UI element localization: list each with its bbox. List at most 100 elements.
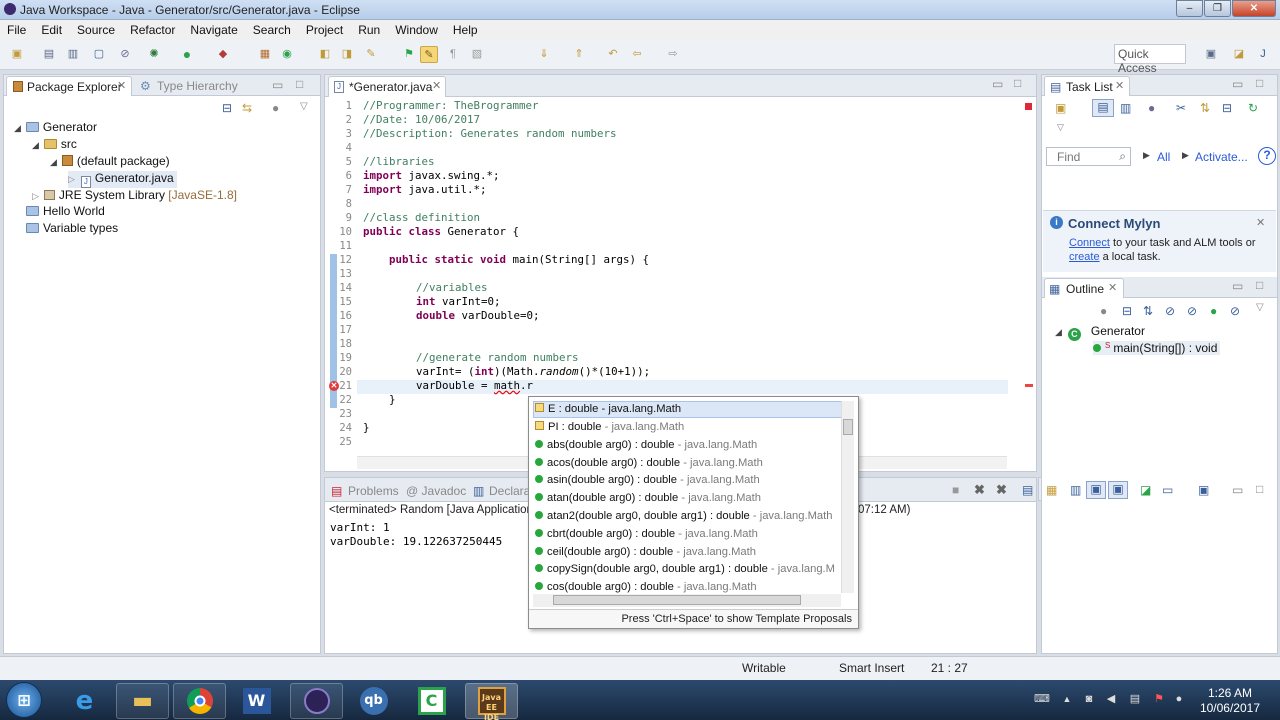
open-console-icon[interactable]: ▣ [1198, 483, 1209, 497]
sort-icon[interactable]: ⇅ [1143, 304, 1153, 318]
chrome-icon[interactable] [173, 683, 226, 719]
show-hidden-icons[interactable]: ▲ [1060, 692, 1074, 706]
menu-refactor[interactable]: Refactor [130, 23, 175, 37]
connect-link[interactable]: Connect [1069, 237, 1110, 249]
close-tab-icon[interactable]: ✕ [1115, 79, 1124, 92]
save-all-icon[interactable]: ▥ [64, 46, 82, 63]
menu-help[interactable]: Help [453, 23, 478, 37]
menu-navigate[interactable]: Navigate [190, 23, 237, 37]
focus-task-icon[interactable]: ● [272, 101, 279, 115]
save-icon[interactable]: ▤ [40, 46, 58, 63]
proposal-item[interactable]: acos(double arg0) : double - java.lang.M… [535, 457, 763, 469]
categorized-icon[interactable]: ▤ [1092, 99, 1114, 117]
proposal-item[interactable]: cos(double arg0) : double - java.lang.Ma… [535, 581, 757, 593]
word-icon[interactable]: W [230, 683, 283, 719]
taskbar-clock[interactable]: 1:26 AM 10/06/2017 [1200, 686, 1260, 716]
power-icon[interactable]: ● [1172, 692, 1186, 706]
proposal-hscrollbar[interactable] [533, 594, 841, 607]
tab-declaration[interactable]: Declara [489, 484, 530, 498]
forward-icon[interactable]: ⇨ [664, 46, 682, 63]
new-task-icon[interactable]: ▣ [1055, 101, 1066, 115]
java-perspective-icon[interactable]: J [1254, 46, 1272, 63]
java-ee-ide-icon[interactable]: Java EE IDE [465, 683, 518, 720]
proposal-item[interactable]: ceil(double arg0) : double - java.lang.M… [535, 546, 756, 558]
tree-item-variable-types[interactable]: Variable types [26, 221, 118, 235]
close-mylyn-icon[interactable]: ✕ [1256, 216, 1265, 229]
hide-nonpublic-icon[interactable]: ● [1210, 304, 1217, 318]
maximize-view-icon[interactable]: □ [1256, 278, 1263, 292]
tree-item-src[interactable]: ◢ src [32, 137, 77, 151]
camtasia-icon[interactable]: C [405, 683, 458, 719]
minimize-editor-icon[interactable]: ▭ [992, 77, 1003, 91]
show-stdout-icon[interactable]: ▣ [1086, 481, 1106, 499]
file-explorer-icon[interactable]: ▬ [116, 683, 169, 719]
internet-explorer-icon[interactable]: e [58, 683, 111, 719]
proposal-item[interactable]: PI : double - java.lang.Math [535, 421, 684, 433]
all-tasks-link[interactable]: All [1157, 150, 1170, 164]
toggle-mark-icon[interactable]: ⚑ [400, 46, 418, 63]
remove-all-icon[interactable]: ✖ [996, 482, 1007, 498]
view-menu-icon[interactable]: ▽ [1256, 302, 1264, 313]
hide-fields-icon[interactable]: ⊘ [1165, 304, 1175, 318]
proposal-item[interactable]: abs(double arg0) : double - java.lang.Ma… [535, 439, 757, 451]
proposal-item[interactable]: cbrt(double arg0) : double - java.lang.M… [535, 528, 758, 540]
maximize-editor-icon[interactable]: □ [1014, 76, 1021, 90]
error-overview-line[interactable] [1025, 384, 1033, 387]
volume-icon[interactable]: ◀ [1104, 692, 1118, 706]
tab-javadoc[interactable]: @ Javadoc [406, 484, 466, 498]
tree-item-generator-java[interactable]: ▷ J Generator.java [68, 171, 177, 188]
quick-access-input[interactable]: Quick Access [1114, 44, 1186, 75]
close-tab-icon[interactable]: ✕ [432, 79, 441, 92]
open-type-icon[interactable]: ◧ [316, 46, 334, 63]
new-icon[interactable]: ▣ [8, 46, 26, 63]
toggle-highlight-icon[interactable]: ✎ [420, 46, 438, 63]
show-whitespace-icon[interactable]: ¶ [444, 46, 462, 63]
tree-item-default-package[interactable]: ◢ (default package) [50, 154, 170, 168]
tab-problems[interactable]: Problems [348, 484, 399, 498]
focus-icon[interactable]: ● [1148, 101, 1155, 115]
tree-item-jre[interactable]: ▷ JRE System Library [JavaSE-1.8] [32, 188, 237, 202]
keyboard-tray-icon[interactable]: ⌨ [1034, 692, 1050, 706]
proposal-scrollbar[interactable] [841, 401, 854, 593]
activate-link[interactable]: Activate... [1195, 150, 1248, 164]
open-task-icon[interactable]: ◨ [338, 46, 356, 63]
word-wrap-icon[interactable]: ▥ [1070, 483, 1081, 497]
run-icon[interactable]: ● [178, 46, 196, 63]
tab-outline[interactable]: ▦ Outline ✕ [1044, 278, 1124, 298]
menu-project[interactable]: Project [306, 23, 343, 37]
synchronize-icon[interactable]: ⇅ [1200, 101, 1210, 115]
maximize-view-icon[interactable]: □ [296, 77, 303, 91]
tab-generator-java[interactable]: J *Generator.java ✕ [328, 76, 446, 97]
open-perspective-icon[interactable]: ▣ [1202, 46, 1220, 63]
close-tab-icon[interactable]: ✕ [117, 79, 126, 92]
help-icon[interactable]: ? [1258, 147, 1276, 165]
console-icon[interactable]: ▢ [90, 46, 108, 63]
scroll-lock-icon[interactable]: ▦ [1046, 483, 1057, 497]
error-overview-marker[interactable] [1025, 103, 1032, 110]
close-button[interactable]: ✕ [1232, 0, 1276, 17]
scroll-thumb[interactable] [843, 419, 853, 435]
show-stderr-icon[interactable]: ▣ [1108, 481, 1128, 499]
java-ee-perspective-icon[interactable]: ◪ [1230, 46, 1248, 63]
new-package-icon[interactable]: ▦ [256, 46, 274, 63]
tab-type-hierarchy[interactable]: Type Hierarchy [157, 79, 238, 93]
sync-icon[interactable]: ↻ [1248, 101, 1258, 115]
create-link[interactable]: create [1069, 251, 1100, 263]
network-icon[interactable]: ▤ [1128, 692, 1142, 706]
view-menu-icon[interactable]: ▽ [1057, 122, 1064, 133]
outline-item-method[interactable]: Smain(String[]) : void [1093, 341, 1221, 355]
minimize-button[interactable]: – [1176, 0, 1203, 17]
restore-button[interactable]: ❐ [1204, 0, 1231, 17]
collapse-all-icon[interactable]: ⊟ [222, 101, 232, 115]
close-tab-icon[interactable]: ✕ [1108, 281, 1117, 294]
display-console-icon[interactable]: ▭ [1162, 483, 1173, 497]
menu-file[interactable]: File [7, 23, 26, 37]
debug-icon[interactable]: ✺ [145, 46, 163, 63]
link-editor-icon[interactable]: ⇆ [242, 101, 252, 115]
search-icon[interactable]: ✎ [362, 46, 380, 63]
tree-item-generator[interactable]: ◢ Generator [14, 120, 97, 134]
remove-launch-icon[interactable]: ✖ [974, 482, 985, 498]
vertical-scrollbar[interactable] [1008, 98, 1022, 455]
tab-task-list[interactable]: ▤ Task List ✕ [1044, 76, 1130, 96]
start-button[interactable]: ⊞ [6, 682, 42, 718]
